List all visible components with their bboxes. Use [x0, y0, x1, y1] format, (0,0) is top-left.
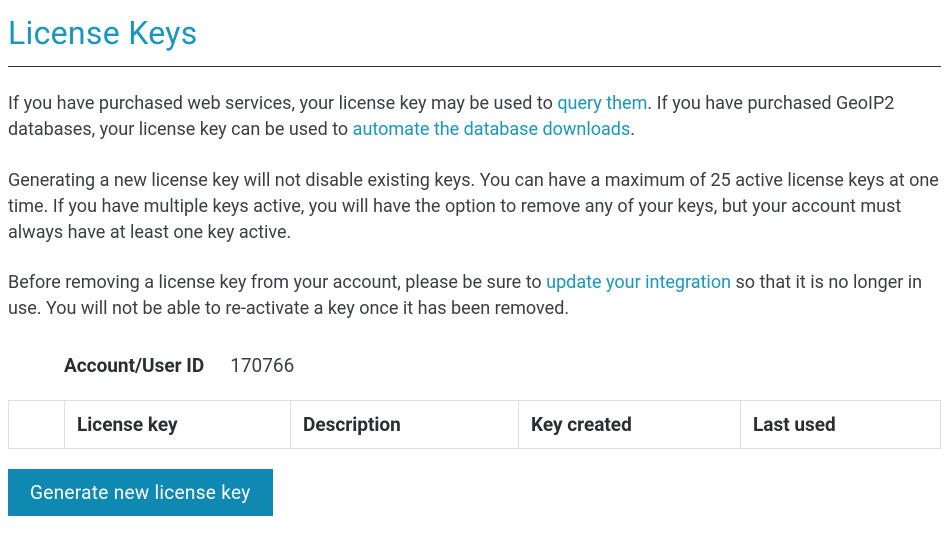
generate-new-license-key-button[interactable]: Generate new license key [8, 469, 273, 516]
table-header-license-key: License key [65, 400, 291, 449]
update-integration-link[interactable]: update your integration [546, 272, 731, 293]
intro-text-1a: If you have purchased web services, your… [8, 93, 557, 114]
license-keys-table: License key Description Key created Last… [8, 400, 941, 450]
intro-paragraph-2: Generating a new license key will not di… [8, 168, 941, 246]
table-header-last-used: Last used [741, 400, 941, 449]
table-header-row: License key Description Key created Last… [9, 400, 941, 449]
account-id-value: 170766 [230, 352, 294, 380]
account-id-label: Account/User ID [64, 352, 204, 380]
intro-text-3a: Before removing a license key from your … [8, 272, 546, 293]
intro-paragraph-3: Before removing a license key from your … [8, 270, 941, 322]
query-them-link[interactable]: query them [557, 93, 647, 114]
automate-downloads-link[interactable]: automate the database downloads [353, 119, 631, 140]
table-header-blank [9, 400, 65, 449]
intro-text-1c: . [630, 119, 635, 140]
table-header-key-created: Key created [519, 400, 741, 449]
title-divider [8, 66, 941, 67]
table-header-description: Description [291, 400, 519, 449]
page-title: License Keys [8, 10, 941, 56]
intro-paragraph-1: If you have purchased web services, your… [8, 91, 941, 143]
account-id-row: Account/User ID 170766 [64, 352, 941, 380]
